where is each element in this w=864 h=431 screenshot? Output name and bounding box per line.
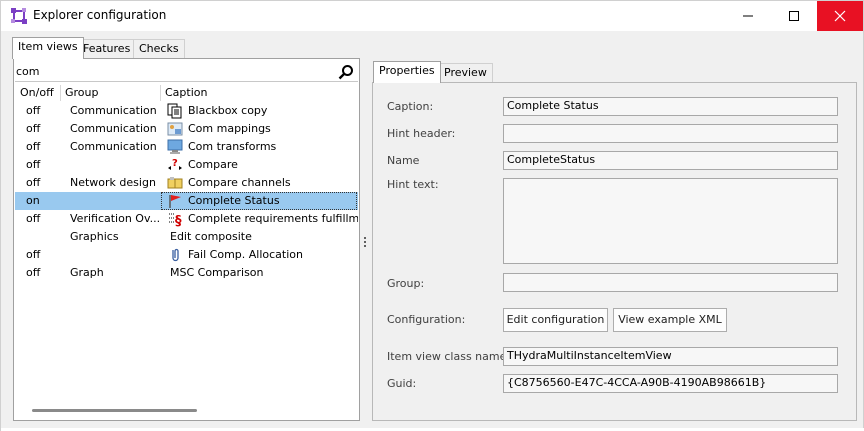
compare-channels-icon bbox=[167, 177, 183, 189]
hint-text-label: Hint text: bbox=[387, 178, 439, 191]
list-item[interactable]: off ? Compare bbox=[15, 156, 358, 174]
list-item[interactable]: off Fail Comp. Allocation bbox=[15, 246, 358, 264]
list-item[interactable]: off Verification Ov... § Complete requir… bbox=[15, 210, 358, 228]
flag-icon bbox=[169, 195, 181, 208]
hint-text-area[interactable] bbox=[503, 178, 838, 264]
caption-field[interactable]: Complete Status bbox=[503, 97, 838, 116]
group-value: Communication bbox=[70, 122, 157, 135]
column-caption[interactable]: Caption bbox=[165, 86, 207, 99]
on-off-value: on bbox=[26, 194, 40, 207]
search-icon[interactable] bbox=[338, 64, 354, 80]
window-title: Explorer configuration bbox=[33, 8, 167, 22]
list-item[interactable]: off Communication Blackbox copy bbox=[15, 102, 358, 120]
allocation-icon bbox=[172, 248, 179, 262]
compare-icon: ? bbox=[168, 158, 182, 170]
search-input[interactable] bbox=[16, 63, 331, 79]
caption-value: MSC Comparison bbox=[170, 266, 264, 279]
edit-configuration-button[interactable]: Edit configuration bbox=[503, 308, 608, 332]
search-bar bbox=[15, 60, 358, 82]
close-icon bbox=[834, 10, 846, 22]
group-value: Graph bbox=[70, 266, 104, 279]
on-off-value: off bbox=[26, 248, 41, 261]
list-header: On/off Group Caption bbox=[15, 84, 358, 102]
group-value: Network design bbox=[70, 176, 156, 189]
caption-value: Fail Comp. Allocation bbox=[188, 248, 303, 261]
guid-label: Guid: bbox=[387, 377, 417, 390]
on-off-value: off bbox=[26, 176, 41, 189]
hint-header-label: Hint header: bbox=[387, 127, 456, 140]
hint-header-field[interactable] bbox=[503, 124, 838, 143]
list-item[interactable]: on Complete Status bbox=[15, 192, 358, 210]
caption-value: Complete requirements fulfillm... bbox=[188, 212, 358, 225]
requirements-icon: § bbox=[169, 213, 182, 227]
app-icon bbox=[11, 8, 27, 24]
caption-label: Caption: bbox=[387, 100, 434, 113]
group-field[interactable] bbox=[503, 273, 838, 292]
scrollbar-thumb[interactable] bbox=[32, 409, 197, 412]
column-divider[interactable] bbox=[160, 85, 161, 101]
list-item[interactable]: Graphics Edit composite bbox=[15, 228, 358, 246]
minimize-button[interactable] bbox=[725, 1, 771, 31]
horizontal-scrollbar[interactable] bbox=[15, 401, 358, 418]
tab-preview[interactable]: Preview bbox=[438, 63, 493, 83]
on-off-value: off bbox=[26, 122, 41, 135]
on-off-value: off bbox=[26, 158, 41, 171]
group-value: Communication bbox=[70, 104, 157, 117]
list-item[interactable]: off Communication Com transforms bbox=[15, 138, 358, 156]
mapping-icon bbox=[167, 122, 183, 136]
group-label: Group: bbox=[387, 277, 425, 290]
document-copy-icon bbox=[167, 103, 182, 119]
list-item[interactable]: off Graph MSC Comparison bbox=[15, 264, 358, 282]
column-group[interactable]: Group bbox=[65, 86, 99, 99]
on-off-value: off bbox=[26, 266, 41, 279]
tab-item-views[interactable]: Item views bbox=[12, 37, 84, 59]
explorer-configuration-window: Explorer configuration Item views Featur… bbox=[0, 0, 864, 431]
on-off-value: off bbox=[26, 140, 41, 153]
minimize-icon bbox=[743, 15, 753, 17]
on-off-value: off bbox=[26, 212, 41, 225]
configuration-label: Configuration: bbox=[387, 313, 466, 326]
close-button[interactable] bbox=[817, 1, 863, 31]
name-field[interactable]: CompleteStatus bbox=[503, 151, 838, 170]
maximize-icon bbox=[789, 11, 799, 21]
list-item[interactable]: off Network design Compare channels bbox=[15, 174, 358, 192]
caption-value: Edit composite bbox=[170, 230, 252, 243]
name-label: Name bbox=[387, 154, 420, 167]
guid-field[interactable]: {C8756560-E47C-4CCA-A90B-4190AB98661B} bbox=[503, 374, 838, 393]
caption-value: Complete Status bbox=[188, 194, 280, 207]
column-on-off[interactable]: On/off bbox=[20, 86, 54, 99]
transform-icon bbox=[167, 139, 183, 154]
tab-properties[interactable]: Properties bbox=[373, 61, 441, 83]
group-value: Verification Ov... bbox=[70, 212, 160, 225]
tab-checks[interactable]: Checks bbox=[133, 39, 185, 59]
maximize-button[interactable] bbox=[771, 1, 817, 31]
item-view-class-field[interactable]: THydraMultiInstanceItemView bbox=[503, 347, 838, 366]
group-value: Communication bbox=[70, 140, 157, 153]
item-views-panel: On/off Group Caption off Communication B… bbox=[13, 58, 360, 421]
caption-value: Com mappings bbox=[188, 122, 271, 135]
column-divider[interactable] bbox=[60, 85, 61, 101]
caption-value: Compare bbox=[188, 158, 238, 171]
splitter-handle[interactable] bbox=[364, 237, 367, 247]
view-example-xml-button[interactable]: View example XML bbox=[613, 308, 727, 332]
svg-text:§: § bbox=[175, 214, 182, 227]
title-bar[interactable]: Explorer configuration bbox=[1, 1, 863, 31]
caption-value: Compare channels bbox=[188, 176, 291, 189]
tab-features[interactable]: Features bbox=[77, 39, 137, 59]
properties-panel: Caption: Complete Status Hint header: Na… bbox=[372, 82, 857, 421]
svg-text:?: ? bbox=[172, 158, 178, 169]
on-off-value: off bbox=[26, 104, 41, 117]
list-item[interactable]: off Communication Com mappings bbox=[15, 120, 358, 138]
caption-value: Blackbox copy bbox=[188, 104, 268, 117]
group-value: Graphics bbox=[70, 230, 119, 243]
caption-value: Com transforms bbox=[188, 140, 277, 153]
item-view-class-label: Item view class name: bbox=[387, 350, 511, 363]
